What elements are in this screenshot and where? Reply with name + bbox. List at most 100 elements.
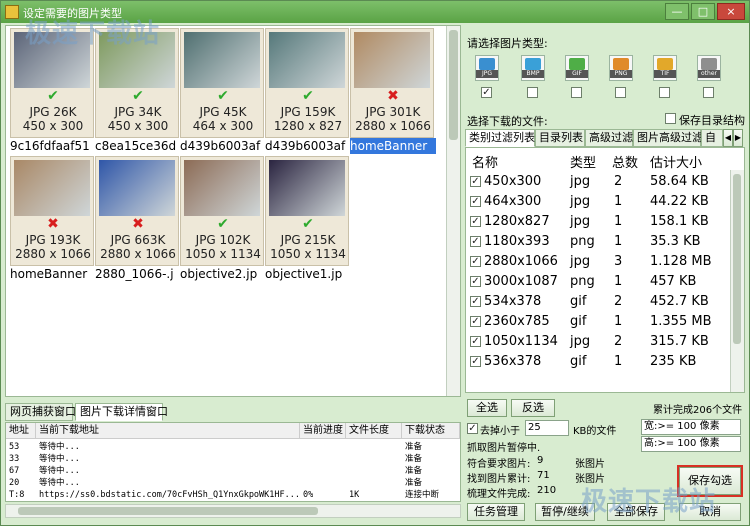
tab-download-detail[interactable]: 图片下载详情窗口 (75, 403, 168, 421)
col-length[interactable]: 文件长度 (346, 423, 402, 439)
tab-advanced-filter[interactable]: 高级过滤 (585, 129, 633, 147)
width-filter-select[interactable]: 宽:>= 100 像素 (641, 419, 741, 435)
tile-format-size: JPG 193K (25, 233, 81, 247)
gallery-scroll-thumb[interactable] (449, 30, 458, 140)
type-jpg-checkbox[interactable]: ✓ (481, 87, 492, 98)
scroll-thumb[interactable] (18, 507, 318, 515)
list-scrollbar[interactable] (730, 170, 744, 392)
type-tif-checkbox[interactable] (659, 87, 670, 98)
col-address[interactable]: 地址 (6, 423, 36, 439)
image-tile[interactable]: ✔ JPG 102K 1050 x 1134 objective2.jp (180, 156, 264, 281)
tile-filename: d439b6003af (265, 139, 346, 153)
tile-frame: ✔ JPG 215K 1050 x 1134 (265, 156, 349, 266)
invert-selection-button[interactable]: 反选 (511, 399, 555, 417)
select-all-button[interactable]: 全选 (467, 399, 507, 417)
image-tile[interactable]: ✔ JPG 215K 1050 x 1134 objective1.jp (265, 156, 349, 281)
category-row-name: 2880x1066 (484, 254, 558, 269)
tab-scroll-right[interactable]: ▶ (733, 129, 743, 147)
close-button[interactable]: × (717, 3, 745, 20)
row-checkbox[interactable]: ✓ (470, 296, 481, 307)
tile-dimensions: 1050 x 1134 (270, 247, 346, 261)
select-files-label: 选择下载的文件: (467, 115, 548, 128)
image-tile[interactable]: ✖ JPG 301K 2880 x 1066 homeBanner (350, 28, 436, 154)
keep-dir-checkbox[interactable] (665, 113, 676, 124)
row-checkbox[interactable]: ✓ (470, 256, 481, 267)
type-png-button[interactable]: PNG (609, 55, 633, 81)
row-checkbox[interactable]: ✓ (470, 276, 481, 287)
stat-label-2: 找到图片累计: (467, 474, 531, 485)
tab-page-capture[interactable]: 网页捕获窗口 (5, 403, 76, 421)
thumbnail-image[interactable] (14, 160, 90, 216)
thumbnail-image[interactable] (269, 32, 345, 88)
app-icon (5, 5, 19, 19)
category-row-name: 1050x1134 (484, 334, 558, 349)
type-gif-checkbox[interactable] (571, 87, 582, 98)
type-bmp-checkbox[interactable] (527, 87, 538, 98)
tab-category-filter[interactable]: 类别过滤列表 (465, 129, 535, 147)
thumbnail-image[interactable] (99, 160, 175, 216)
gallery-scrollbar[interactable] (446, 26, 460, 396)
type-jpg-button[interactable]: JPG (475, 55, 499, 81)
horizontal-scrollbar[interactable] (5, 504, 461, 518)
category-row-count: 1 (614, 214, 623, 229)
col-current-url[interactable]: 当前下载地址 (36, 423, 300, 439)
col-count[interactable]: 总数 (612, 152, 638, 171)
col-size[interactable]: 估计大小 (650, 152, 702, 171)
thumbnail-image[interactable] (269, 160, 345, 216)
col-type[interactable]: 类型 (570, 152, 596, 171)
thumbnail-image[interactable] (354, 32, 430, 88)
category-row-count: 1 (614, 354, 623, 369)
row-checkbox[interactable]: ✓ (470, 216, 481, 227)
thumbnail-image[interactable] (184, 160, 260, 216)
remove-small-input[interactable]: 25 (525, 420, 569, 436)
checkmark-icon: ✔ (302, 216, 314, 232)
row-checkbox[interactable]: ✓ (470, 236, 481, 247)
remove-small-checkbox[interactable]: ✓ (467, 423, 478, 434)
watermark-top: 极速下载站 (25, 19, 161, 49)
height-filter-select[interactable]: 高:>= 100 像素 (641, 436, 741, 452)
category-row-size: 58.64 KB (650, 174, 709, 189)
row-checkbox[interactable]: ✓ (470, 336, 481, 347)
tab-directory-list[interactable]: 目录列表 (535, 129, 585, 147)
type-other-checkbox[interactable] (703, 87, 714, 98)
tab-scroll-left[interactable]: ◀ (723, 129, 733, 147)
col-status[interactable]: 下载状态 (402, 423, 460, 439)
image-tile[interactable]: ✔ JPG 45K 464 x 300 d439b6003af (180, 28, 264, 153)
tab-image-advanced-filter[interactable]: 图片高级过滤 (633, 129, 703, 147)
type-bmp-button[interactable]: BMP (521, 55, 545, 81)
tab-more[interactable]: 自 (701, 129, 723, 147)
image-tile[interactable]: ✖ JPG 663K 2880 x 1066 2880_1066-.j (95, 156, 179, 281)
type-gif-button[interactable]: GIF (565, 55, 589, 81)
category-row-type: jpg (570, 174, 591, 189)
category-row-count: 1 (614, 314, 623, 329)
list-scroll-thumb[interactable] (733, 174, 741, 344)
maximize-button[interactable]: □ (691, 3, 715, 20)
type-other-button[interactable]: other (697, 55, 721, 81)
tile-dimensions: 450 x 300 (22, 119, 84, 133)
type-tif-button[interactable]: TIF (653, 55, 677, 81)
thumbnail-image[interactable] (184, 32, 260, 88)
download-detail-table: 地址 当前下载地址 当前进度 文件长度 下载状态 53 等待中... 准备 33 等待中… (5, 422, 461, 502)
cross-icon: ✖ (47, 216, 59, 232)
category-row-type: jpg (570, 214, 591, 229)
image-tile[interactable]: ✔ JPG 159K 1280 x 827 d439b6003af (265, 28, 349, 153)
task-manage-button[interactable]: 任务管理 (467, 503, 525, 521)
remove-small-label: 去掉小于 (480, 426, 520, 437)
col-progress[interactable]: 当前进度 (300, 423, 346, 439)
tile-filename: 9c16fdfaaf51 (10, 139, 90, 153)
type-png-checkbox[interactable] (615, 87, 626, 98)
tile-filename: objective2.jp (180, 267, 258, 281)
minimize-button[interactable]: — (665, 3, 689, 20)
image-tile[interactable]: ✖ JPG 193K 2880 x 1066 homeBanner (10, 156, 94, 281)
row-checkbox[interactable]: ✓ (470, 176, 481, 187)
row-checkbox[interactable]: ✓ (470, 196, 481, 207)
keep-dir-label: 保存目录结构 (679, 114, 745, 127)
row-checkbox[interactable]: ✓ (470, 356, 481, 367)
row-checkbox[interactable]: ✓ (470, 316, 481, 327)
category-row-size: 158.1 KB (650, 214, 709, 229)
col-name[interactable]: 名称 (472, 152, 498, 171)
tile-format-size: JPG 45K (199, 105, 247, 119)
tile-filename: homeBanner (350, 138, 436, 154)
tile-format-size: JPG 663K (110, 233, 166, 247)
tile-filename: objective1.jp (265, 267, 343, 281)
